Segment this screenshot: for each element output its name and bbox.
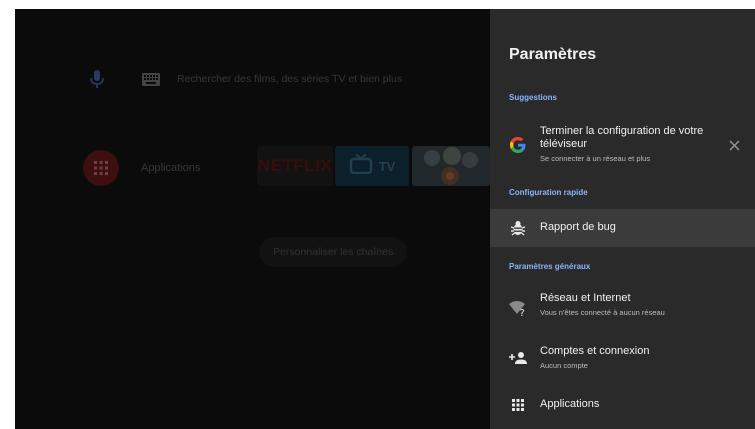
game-artwork-icon xyxy=(424,147,478,185)
add-account-icon xyxy=(509,349,527,367)
tv-label: TV xyxy=(378,158,396,174)
accounts-signin-item[interactable]: Comptes et connexion Aucun compte xyxy=(490,337,755,379)
accounts-text: Comptes et connexion Aucun compte xyxy=(540,345,649,370)
customize-channels-button[interactable]: Personnaliser les chaînes xyxy=(259,237,408,267)
game-tile[interactable] xyxy=(412,146,490,186)
netflix-tile[interactable]: NETFLIX xyxy=(257,146,333,186)
applications-text: Applications xyxy=(540,398,599,411)
tv-icon xyxy=(349,152,373,179)
wifi-off-icon: ? xyxy=(509,299,527,317)
keyboard-icon[interactable] xyxy=(139,67,163,91)
network-text: Réseau et Internet Vous n'êtes connecté … xyxy=(540,292,665,317)
section-general-settings: Paramètres généraux xyxy=(509,262,591,271)
applications-item[interactable]: Applications xyxy=(490,391,755,419)
apps-grid-icon xyxy=(509,396,527,414)
accounts-subtitle: Aucun compte xyxy=(540,361,588,370)
bug-icon xyxy=(509,219,527,237)
network-title: Réseau et Internet xyxy=(540,292,631,304)
section-quick-settings: Configuration rapide xyxy=(509,188,588,197)
apps-row[interactable]: Applications xyxy=(83,149,241,187)
suggestion-subtitle: Se connecter à un réseau et plus xyxy=(540,154,651,163)
netflix-logo: NETFLIX xyxy=(257,156,333,175)
suggestion-finish-setup[interactable]: Terminer la configuration de votre télév… xyxy=(490,119,755,171)
svg-text:?: ? xyxy=(520,308,525,316)
google-icon xyxy=(509,136,527,154)
panel-title: Paramètres xyxy=(509,46,597,63)
applications-title: Applications xyxy=(540,398,600,410)
network-subtitle: Vous n'êtes connecté à aucun réseau xyxy=(540,308,665,317)
search-placeholder[interactable]: Rechercher des films, des séries TV et b… xyxy=(177,73,402,85)
suggestion-text: Terminer la configuration de votre télév… xyxy=(540,125,720,163)
accounts-title: Comptes et connexion xyxy=(540,345,650,357)
bug-report-title: Rapport de bug xyxy=(540,221,616,233)
tv-tile[interactable]: TV xyxy=(335,146,409,186)
settings-panel: Paramètres Suggestions Terminer la confi… xyxy=(490,9,755,429)
home-screen: Rechercher des films, des séries TV et b… xyxy=(15,9,490,429)
search-row[interactable]: Rechercher des films, des séries TV et b… xyxy=(85,67,402,91)
apps-label: Applications xyxy=(141,162,201,174)
microphone-icon[interactable] xyxy=(85,67,109,91)
close-icon[interactable] xyxy=(727,138,741,152)
tv-screen: Rechercher des films, des séries TV et b… xyxy=(15,9,755,429)
section-suggestions: Suggestions xyxy=(509,93,558,102)
bug-report-item[interactable]: Rapport de bug xyxy=(490,209,755,247)
suggestion-title: Terminer la configuration de votre télév… xyxy=(540,125,704,150)
apps-grid-icon[interactable] xyxy=(83,150,119,186)
bug-report-text: Rapport de bug xyxy=(540,221,616,234)
network-internet-item[interactable]: ? Réseau et Internet Vous n'êtes connect… xyxy=(490,285,755,327)
